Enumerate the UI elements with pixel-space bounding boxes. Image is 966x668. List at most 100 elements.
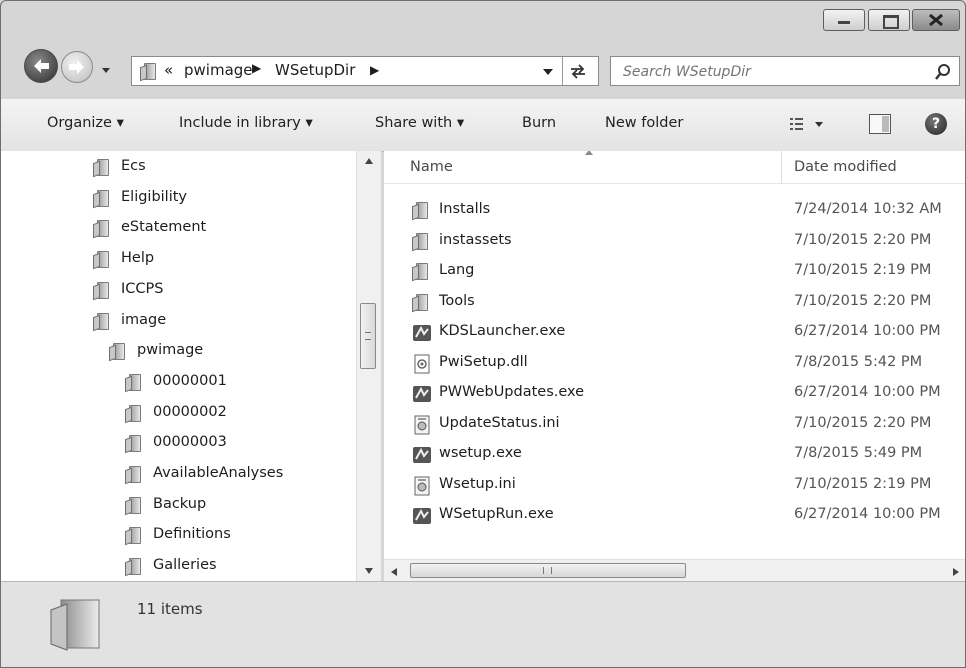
file-date-modified: 7/8/2015 5:42 PM <box>794 353 923 370</box>
breadcrumb-pwimage[interactable]: pwimage <box>184 61 253 79</box>
folder-icon <box>93 312 109 330</box>
chevron-down-icon <box>102 68 110 73</box>
breadcrumb-wsetupdir[interactable]: WSetupDir <box>275 61 355 79</box>
column-divider[interactable] <box>781 151 782 183</box>
file-date-modified: 6/27/2014 10:00 PM <box>794 323 941 339</box>
file-row[interactable]: PwiSetup.dll 7/8/2015 5:42 PM <box>384 348 965 378</box>
breadcrumb-overflow[interactable]: « <box>164 61 173 79</box>
file-date-modified: 7/10/2015 2:19 PM <box>794 262 932 278</box>
forward-arrow-icon <box>69 60 84 74</box>
file-date-modified: 6/27/2014 10:00 PM <box>794 384 941 400</box>
navigation-pane[interactable]: Ecs Eligibility eStatement Help ICCPS image pw… <box>1 151 363 581</box>
tree-item-label: Galleries <box>153 557 217 574</box>
folder-icon <box>93 158 109 176</box>
back-button[interactable] <box>24 49 58 83</box>
file-row[interactable]: UpdateStatus.ini 7/10/2015 2:20 PM <box>384 409 965 439</box>
help-icon[interactable]: ? <box>925 113 947 135</box>
item-count: 11 items <box>137 600 203 618</box>
file-row[interactable]: KDSLauncher.exe 6/27/2014 10:00 PM <box>384 317 965 347</box>
folder-icon <box>125 465 141 483</box>
dll-icon <box>412 354 432 374</box>
breadcrumb-separator-icon[interactable]: ▶ <box>252 61 261 75</box>
tree-item-label: Backup <box>153 495 207 512</box>
file-row[interactable]: Wsetup.ini 7/10/2015 2:19 PM <box>384 470 965 500</box>
tree-item-label: pwimage <box>137 342 204 359</box>
minimize-button[interactable] <box>823 9 865 31</box>
file-name: Lang <box>439 262 475 278</box>
folder-icon <box>93 281 109 299</box>
search-box[interactable] <box>610 56 960 86</box>
burn-button[interactable]: Burn <box>522 115 556 131</box>
tree-item-label: 00000001 <box>153 372 227 389</box>
folder-icon <box>93 250 109 269</box>
recent-pages-button[interactable] <box>97 63 115 79</box>
file-row[interactable]: Tools 7/10/2015 2:20 PM <box>384 287 965 317</box>
exe-icon <box>412 445 432 465</box>
folder-icon <box>412 293 428 311</box>
exe-icon <box>412 506 432 526</box>
scroll-thumb[interactable] <box>360 303 376 369</box>
file-row[interactable]: instassets 7/10/2015 2:20 PM <box>384 226 965 256</box>
organize-menu[interactable]: Organize ▾ <box>47 115 124 131</box>
forward-button[interactable] <box>61 51 93 83</box>
horizontal-scroll-thumb[interactable] <box>410 563 686 578</box>
file-row[interactable]: Installs 7/24/2014 10:32 AM <box>384 195 965 225</box>
file-date-modified: 7/10/2015 2:20 PM <box>794 231 932 248</box>
grip-icon <box>543 567 552 574</box>
file-row[interactable]: Lang 7/10/2015 2:19 PM <box>384 256 965 286</box>
close-icon <box>929 13 943 27</box>
navigation-scrollbar[interactable] <box>356 151 381 581</box>
scroll-right-arrow-icon[interactable] <box>952 567 960 577</box>
scroll-down-arrow-icon[interactable] <box>364 567 374 575</box>
file-name: Wsetup.ini <box>439 475 516 492</box>
folder-icon <box>125 373 141 391</box>
file-row[interactable]: PWWebUpdates.exe 6/27/2014 10:00 PM <box>384 378 965 408</box>
back-arrow-icon <box>34 59 49 73</box>
share-with-menu[interactable]: Share with ▾ <box>375 115 464 131</box>
tree-item-label: Eligibility <box>121 188 188 205</box>
column-header-name[interactable]: Name <box>410 159 453 175</box>
maximize-icon <box>883 15 899 29</box>
file-name: instassets <box>439 231 512 248</box>
large-folder-icon <box>47 596 103 652</box>
explorer-window: « pwimage ▶ WSetupDir ▶ Organize ▾ Inclu… <box>0 0 966 668</box>
close-button[interactable] <box>912 9 960 31</box>
ini-icon <box>412 415 432 435</box>
tree-item-label: 00000002 <box>153 403 227 420</box>
column-header-date-modified[interactable]: Date modified <box>794 159 897 175</box>
address-bar[interactable]: « pwimage ▶ WSetupDir ▶ <box>131 56 599 86</box>
organize-label: Organize <box>47 115 112 131</box>
folder-icon <box>412 262 428 280</box>
scroll-up-arrow-icon[interactable] <box>364 157 374 165</box>
file-name: WSetupRun.exe <box>439 506 554 522</box>
address-dropdown-icon[interactable] <box>542 67 554 77</box>
search-input[interactable] <box>621 60 925 84</box>
change-view-button[interactable] <box>789 115 831 135</box>
folder-icon <box>93 219 109 238</box>
scroll-left-arrow-icon[interactable] <box>390 567 398 577</box>
include-in-library-menu[interactable]: Include in library ▾ <box>179 115 313 131</box>
tree-item-label: ICCPS <box>121 280 164 297</box>
folder-icon <box>109 342 125 361</box>
folder-icon <box>412 201 428 219</box>
new-folder-button[interactable]: New folder <box>605 115 683 131</box>
folder-icon <box>125 526 141 545</box>
search-icon[interactable] <box>933 62 953 82</box>
breadcrumb-separator-icon[interactable]: ▶ <box>370 63 379 77</box>
include-in-library-label: Include in library <box>179 115 301 131</box>
file-list-pane[interactable]: Name Date modified Installs 7/24/2014 10:… <box>384 151 965 581</box>
view-options-icon <box>790 118 823 130</box>
refresh-button[interactable] <box>562 57 599 85</box>
tree-item-label: eStatement <box>121 219 207 236</box>
file-row[interactable]: WSetupRun.exe 6/27/2014 10:00 PM <box>384 500 965 530</box>
file-row[interactable]: wsetup.exe 7/8/2015 5:49 PM <box>384 439 965 469</box>
file-date-modified: 6/27/2014 10:00 PM <box>794 506 941 522</box>
folder-icon <box>140 62 156 80</box>
file-name: PWWebUpdates.exe <box>439 384 585 400</box>
maximize-button[interactable] <box>868 9 910 31</box>
file-name: Installs <box>439 201 491 217</box>
sort-ascending-icon <box>585 151 593 155</box>
file-name: KDSLauncher.exe <box>439 323 566 339</box>
preview-pane-button[interactable] <box>869 114 891 134</box>
horizontal-scrollbar[interactable] <box>384 559 965 581</box>
